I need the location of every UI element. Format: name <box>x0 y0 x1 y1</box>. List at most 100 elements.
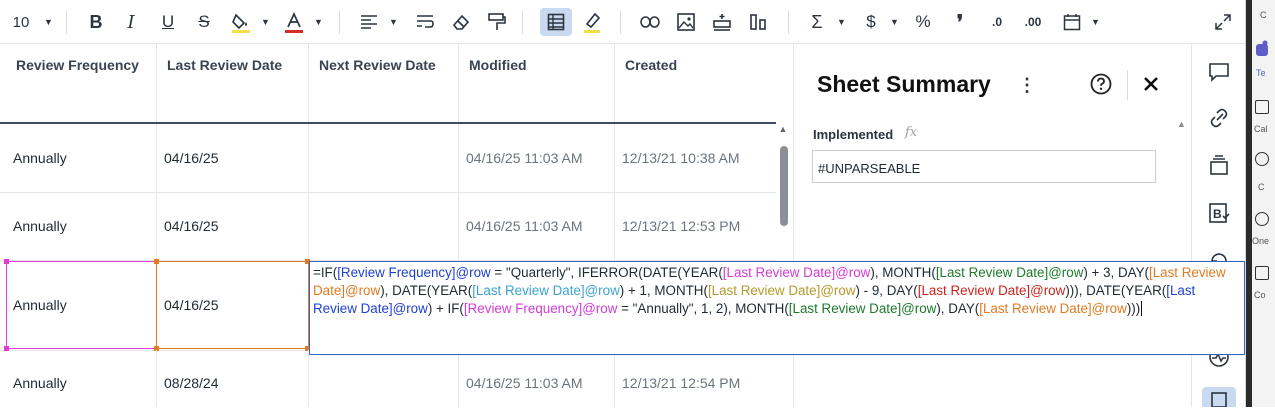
text-cursor <box>1141 301 1143 316</box>
formula-text: ))), DATE(YEAR( <box>1065 283 1167 298</box>
comments-icon[interactable] <box>1206 59 1232 85</box>
cell-next-review-date[interactable] <box>309 124 459 192</box>
column-header-review-frequency[interactable]: Review Frequency <box>6 44 157 124</box>
formula-fx-icon: fx <box>905 125 918 140</box>
panel-divider <box>1127 70 1128 100</box>
cell-created[interactable]: 12/13/21 12:53 PM <box>615 192 776 260</box>
bold-icon[interactable]: B <box>84 8 108 36</box>
vertical-scrollbar-thumb[interactable] <box>780 146 788 226</box>
expand-icon[interactable] <box>1211 8 1235 36</box>
more-options-icon[interactable]: ⋮ <box>1018 74 1036 96</box>
scroll-up-arrow[interactable]: ▲ <box>1177 119 1187 129</box>
chevron-down-icon[interactable]: ▼ <box>389 8 398 36</box>
cell-modified[interactable]: 04/16/25 11:03 AM <box>459 124 615 192</box>
formula-text: ), DAY( <box>936 301 980 316</box>
onedrive-icon[interactable] <box>1255 212 1269 226</box>
attachments-icon[interactable] <box>1206 105 1232 131</box>
column-header-label: Modified <box>469 57 527 73</box>
chevron-down-icon[interactable]: ▼ <box>890 8 899 36</box>
cell-modified[interactable]: 04/16/25 11:03 AM <box>459 350 615 407</box>
apps-icon[interactable] <box>1255 152 1269 166</box>
column-header-modified[interactable]: Modified <box>459 44 615 124</box>
column-header-last-review-date[interactable]: Last Review Date <box>157 44 309 124</box>
column-header-next-review-date[interactable]: Next Review Date <box>309 44 459 124</box>
italic-icon[interactable]: I <box>119 8 143 36</box>
copilot-icon[interactable] <box>1255 266 1269 280</box>
sheet-summary-tab[interactable] <box>1202 387 1236 408</box>
formula-reference: [Last Review Date]@row <box>707 283 856 298</box>
wrap-text-icon[interactable] <box>413 8 437 36</box>
decrease-decimal-icon[interactable]: .0 <box>983 8 1011 36</box>
range-handle[interactable] <box>4 259 9 264</box>
calendar-icon[interactable] <box>1060 8 1084 36</box>
cell-last-review-date[interactable]: 04/16/25 <box>157 124 309 192</box>
formula-reference: [Last Review Date]@row <box>979 301 1127 316</box>
formula-text: ) - 9, DAY( <box>855 283 918 298</box>
eraser-icon[interactable] <box>449 8 473 36</box>
table-row[interactable]: Annually 04/16/25 04/16/25 11:03 AM 12/1… <box>0 124 776 193</box>
link-icon[interactable] <box>638 8 662 36</box>
align-left-icon[interactable] <box>357 8 381 36</box>
font-size-dropdown[interactable]: 10 <box>8 8 34 36</box>
scroll-up-arrow[interactable]: ▲ <box>777 124 789 136</box>
image-icon[interactable] <box>674 8 698 36</box>
formula-text: ))) <box>1126 301 1141 316</box>
currency-icon[interactable]: $ <box>859 8 883 36</box>
column-header-label: Next Review Date <box>319 57 436 73</box>
toolbar-divider <box>522 10 523 34</box>
chevron-down-icon[interactable]: ▼ <box>44 8 53 36</box>
cell-review-frequency[interactable]: Annually <box>6 124 157 192</box>
table-row[interactable]: Annually 08/28/24 04/16/25 11:03 AM 12/1… <box>0 350 776 407</box>
panel-title: Sheet Summary <box>817 71 991 97</box>
outer-label: Te <box>1256 68 1266 78</box>
increase-decimal-icon[interactable]: .00 <box>1018 8 1048 36</box>
help-icon[interactable] <box>1090 73 1112 95</box>
formula-text: ) + IF( <box>427 301 464 316</box>
chevron-down-icon[interactable]: ▼ <box>314 8 323 36</box>
format-painter-icon[interactable] <box>485 8 509 36</box>
formula-reference: [Last Review Date]@row <box>935 265 1084 280</box>
cell-created[interactable]: 12/13/21 12:54 PM <box>615 350 776 407</box>
cell-created[interactable]: 12/13/21 10:38 AM <box>615 124 776 192</box>
align-bottom-icon[interactable] <box>746 8 770 36</box>
underline-icon[interactable]: U <box>156 8 180 36</box>
formula-editor[interactable]: =IF([Review Frequency]@row = "Quarterly"… <box>309 261 1245 355</box>
teams-icon[interactable] <box>1254 40 1270 58</box>
chevron-down-icon[interactable]: ▼ <box>261 8 270 36</box>
font-size-value: 10 <box>12 13 30 31</box>
outer-label: One <box>1252 236 1270 246</box>
cell-review-frequency[interactable]: Annually <box>6 350 157 407</box>
text-color-icon[interactable] <box>282 8 306 36</box>
insert-row-icon[interactable] <box>710 8 734 36</box>
percent-icon[interactable]: % <box>911 8 935 36</box>
column-header-label: Created <box>625 57 678 73</box>
column-header-label: Last Review Date <box>167 57 283 73</box>
chevron-down-icon[interactable]: ▼ <box>837 8 846 36</box>
formula-reference-highlight <box>156 261 309 349</box>
cell-next-review-date[interactable] <box>309 350 459 407</box>
close-icon[interactable] <box>1141 74 1161 94</box>
formula-reference-highlight <box>6 261 157 349</box>
publish-icon[interactable]: B <box>1206 200 1232 226</box>
chevron-down-icon[interactable]: ▼ <box>1091 8 1100 36</box>
cell-review-frequency[interactable]: Annually <box>6 192 157 260</box>
thousands-separator-icon[interactable]: ❜ <box>950 8 970 36</box>
outer-label: Cal <box>1254 124 1268 134</box>
sum-icon[interactable]: Σ <box>805 8 829 36</box>
column-header-created[interactable]: Created <box>615 44 776 124</box>
cell-last-review-date[interactable]: 04/16/25 <box>157 192 309 260</box>
fill-color-icon[interactable] <box>228 8 254 36</box>
field-label: Implemented <box>813 127 894 142</box>
cell-next-review-date[interactable] <box>309 192 459 260</box>
strikethrough-icon[interactable]: S <box>192 8 216 36</box>
implemented-field[interactable]: #UNPARSEABLE <box>812 150 1156 183</box>
cell-modified[interactable]: 04/16/25 11:03 AM <box>459 192 615 260</box>
proofing-icon[interactable] <box>1206 152 1232 178</box>
calendar-icon[interactable] <box>1255 100 1269 114</box>
formatting-toolbar: 10 ▼ B I U S ▼ ▼ ▼ Σ ▼ $ ▼ % ❜ .0 .00 ▼ <box>0 0 1245 44</box>
highlight-icon[interactable] <box>580 8 604 36</box>
table-row[interactable]: Annually 04/16/25 04/16/25 11:03 AM 12/1… <box>0 192 776 261</box>
cell-last-review-date[interactable]: 08/28/24 <box>157 350 309 407</box>
range-handle[interactable] <box>154 259 159 264</box>
grid-view-icon[interactable] <box>540 8 572 36</box>
